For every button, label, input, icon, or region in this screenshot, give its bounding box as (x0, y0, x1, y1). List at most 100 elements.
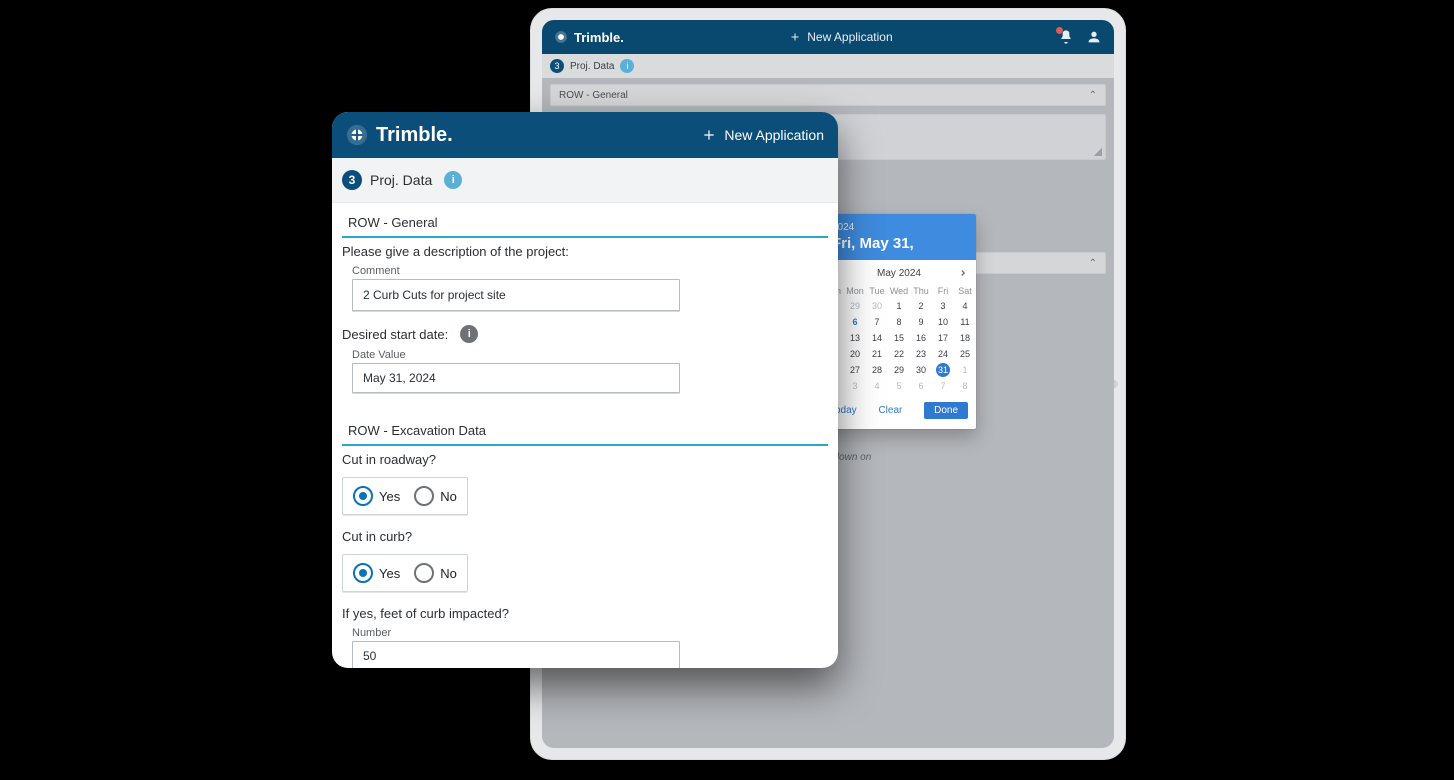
calendar-day-cell[interactable]: 30 (910, 362, 932, 378)
tablet-header-actions (1058, 29, 1102, 45)
trimble-mark-icon (554, 30, 568, 44)
step-number-badge: 3 (550, 59, 564, 73)
step-label: Proj. Data (570, 61, 614, 72)
brand-name: Trimble. (574, 30, 624, 45)
radio-yes-label: Yes (379, 489, 400, 504)
chevron-up-icon: ⌃ (1089, 90, 1097, 101)
calendar-day-cell[interactable]: 15 (888, 330, 910, 346)
cut-curb-yes-radio[interactable]: Yes (353, 563, 400, 583)
info-icon[interactable]: i (444, 171, 462, 189)
calendar-day-cell[interactable]: 18 (954, 330, 976, 346)
cut-curb-label: Cut in curb? (342, 529, 828, 544)
calendar-day-cell[interactable]: 11 (954, 314, 976, 330)
calendar-day-cell[interactable]: 25 (954, 346, 976, 362)
calendar-day-cell[interactable]: 1 (888, 298, 910, 314)
chevron-up-icon: ⌃ (1089, 258, 1097, 269)
comment-sublabel: Comment (352, 265, 828, 277)
calendar-day-cell[interactable]: 21 (866, 346, 888, 362)
new-application-label: New Application (807, 30, 892, 44)
calendar-weekday-label: Mon (844, 284, 866, 298)
date-picker-actions: Today Clear Done (822, 394, 976, 429)
date-picker-popover: 2024 Fri, May 31, May 2024 SunMonTueWedT… (822, 214, 976, 429)
tablet-app-header: Trimble. New Application (542, 20, 1114, 54)
radio-no-label: No (440, 489, 457, 504)
start-date-input[interactable] (352, 363, 680, 393)
calendar-day-cell[interactable]: 16 (910, 330, 932, 346)
calendar-day-cell[interactable]: 8 (888, 314, 910, 330)
cut-curb-no-radio[interactable]: No (414, 563, 457, 583)
notifications-button[interactable] (1058, 29, 1074, 45)
calendar-day-cell[interactable]: 28 (866, 362, 888, 378)
calendar-weekday-label: Wed (888, 284, 910, 298)
brand-name: Trimble. (376, 124, 453, 147)
step-number-badge: 3 (342, 170, 362, 190)
step-label: Proj. Data (370, 172, 432, 188)
brand-logo: Trimble. (346, 124, 453, 147)
calendar-day-cell[interactable]: 20 (844, 346, 866, 362)
cut-curb-radio-group: Yes No (342, 554, 468, 592)
calendar-weekday-label: Tue (866, 284, 888, 298)
calendar-day-cell[interactable]: 22 (888, 346, 910, 362)
info-icon[interactable]: i (460, 325, 478, 343)
calendar-day-cell[interactable]: 13 (844, 330, 866, 346)
trimble-mark-icon (346, 124, 368, 146)
calendar-day-cell[interactable]: 2 (910, 298, 932, 314)
calendar-day-cell[interactable]: 7 (866, 314, 888, 330)
feet-impacted-input[interactable] (352, 641, 680, 668)
calendar-day-cell[interactable]: 9 (910, 314, 932, 330)
radio-no-label: No (440, 566, 457, 581)
section-title-label: ROW - General (559, 90, 628, 101)
cut-roadway-no-radio[interactable]: No (414, 486, 457, 506)
calendar-day-cell[interactable]: 10 (932, 314, 954, 330)
brand-logo: Trimble. (554, 30, 624, 45)
calendar-day-cell[interactable]: 14 (866, 330, 888, 346)
calendar-day-cell[interactable]: 17 (932, 330, 954, 346)
calendar-day-cell[interactable]: 5 (888, 378, 910, 394)
cut-roadway-yes-radio[interactable]: Yes (353, 486, 400, 506)
calendar-day-cell[interactable]: 8 (954, 378, 976, 394)
radio-yes-label: Yes (379, 566, 400, 581)
date-value-sublabel: Date Value (352, 349, 828, 361)
cut-roadway-radio-group: Yes No (342, 477, 468, 515)
tablet-step-bar: 3 Proj. Data i (542, 54, 1114, 78)
calendar-day-cell[interactable]: 6 (910, 378, 932, 394)
plus-icon (789, 31, 801, 43)
feet-impacted-label: If yes, feet of curb impacted? (342, 606, 828, 621)
calendar-day-cell[interactable]: 6 (844, 314, 866, 330)
date-picker-done-button[interactable]: Done (924, 402, 968, 419)
calendar-day-cell[interactable]: 4 (866, 378, 888, 394)
notification-badge-icon (1056, 27, 1063, 34)
new-application-button[interactable]: New Application (789, 30, 892, 44)
tablet-section-row-general[interactable]: ROW - General ⌃ (550, 84, 1106, 106)
calendar-day-cell[interactable]: 3 (932, 298, 954, 314)
calendar-day-cell[interactable]: 27 (844, 362, 866, 378)
mobile-app-card: Trimble. New Application 3 Proj. Data i … (332, 112, 838, 668)
next-month-button[interactable] (956, 266, 970, 280)
calendar-day-cell[interactable]: 30 (866, 298, 888, 314)
calendar-day-cell[interactable]: 29 (844, 298, 866, 314)
date-picker-header: 2024 Fri, May 31, (822, 214, 976, 260)
date-picker-headline-date[interactable]: Fri, May 31, (832, 235, 966, 252)
calendar-day-cell[interactable]: 3 (844, 378, 866, 394)
date-picker-grid: SunMonTueWedThuFriSat 282930123456789101… (822, 284, 976, 394)
calendar-day-cell[interactable]: 31 (932, 362, 954, 378)
calendar-day-cell[interactable]: 4 (954, 298, 976, 314)
info-icon[interactable]: i (620, 59, 634, 73)
date-picker-month-label[interactable]: May 2024 (877, 268, 921, 279)
date-picker-clear-button[interactable]: Clear (878, 405, 902, 416)
calendar-day-cell[interactable]: 7 (932, 378, 954, 394)
start-date-label: Desired start date: (342, 327, 448, 342)
account-button[interactable] (1086, 29, 1102, 45)
new-application-button[interactable]: New Application (702, 127, 824, 143)
date-picker-year[interactable]: 2024 (832, 222, 966, 233)
calendar-day-cell[interactable]: 1 (954, 362, 976, 378)
comment-input[interactable] (352, 279, 680, 311)
number-sublabel: Number (352, 627, 828, 639)
calendar-day-cell[interactable]: 24 (932, 346, 954, 362)
calendar-day-cell[interactable]: 23 (910, 346, 932, 362)
calendar-day-cell[interactable]: 29 (888, 362, 910, 378)
plus-icon (702, 128, 716, 142)
app-header: Trimble. New Application (332, 112, 838, 158)
calendar-weekday-label: Sat (954, 284, 976, 298)
date-picker-month-nav: May 2024 (822, 260, 976, 284)
